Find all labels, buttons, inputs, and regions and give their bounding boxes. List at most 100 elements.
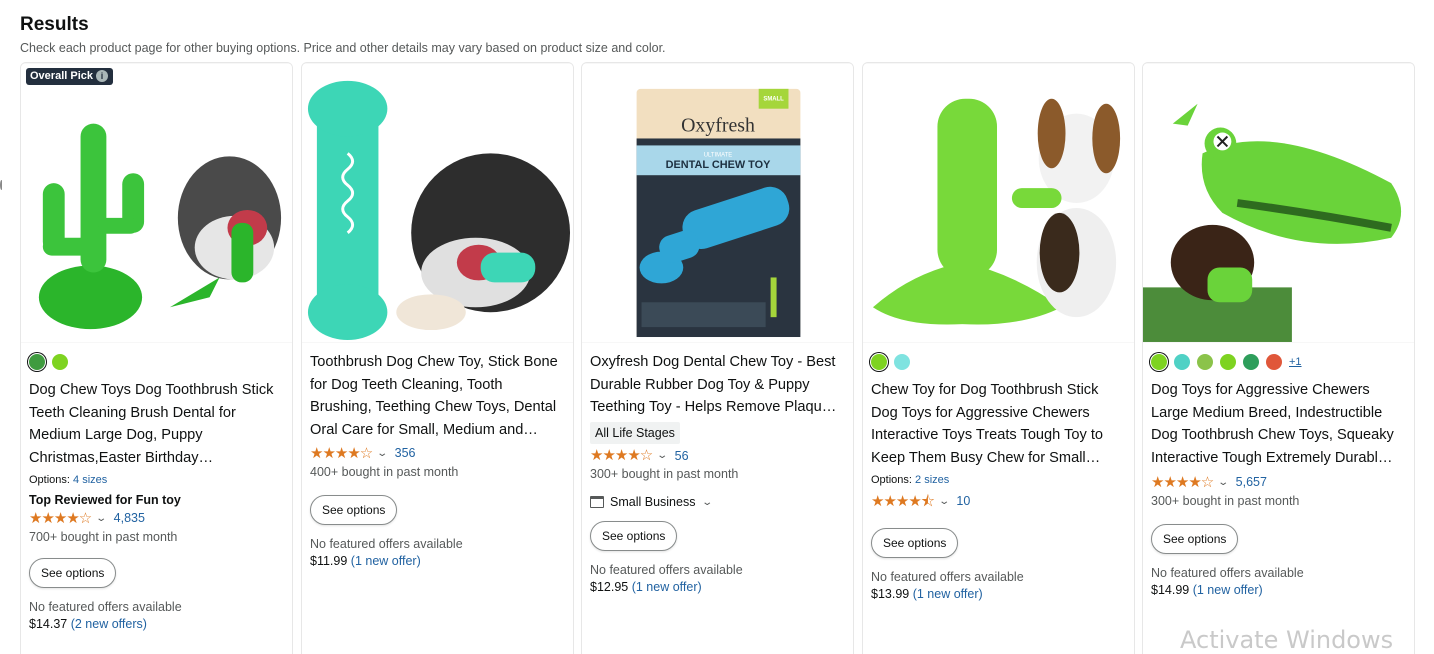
offers-link[interactable]: (1 new offer)	[913, 587, 983, 601]
small-business-label: Small Business	[610, 495, 696, 510]
rating-row: ★★★★☆ ⌄ 4,835	[29, 510, 284, 527]
size-options: Options: 2 sizes	[871, 473, 950, 486]
see-options-button[interactable]: See options	[29, 557, 117, 588]
results-subtitle: Check each product page for other buying…	[20, 41, 666, 55]
review-count-link[interactable]: 5,657	[1236, 475, 1267, 489]
product-image[interactable]	[1143, 63, 1414, 343]
rating-row: ★★★★☆ ⌄ 356	[310, 445, 565, 462]
product-card[interactable]: SMALL Oxyfresh ULTIMATE DENTAL CHEW TOY …	[581, 62, 854, 654]
price: $12.95	[590, 580, 629, 595]
product-title[interactable]: Dog Toys for Aggressive Chewers Large Me…	[1151, 379, 1406, 470]
sizes-link[interactable]: 4 sizes	[73, 474, 107, 486]
chevron-down-icon[interactable]: ⌄	[377, 448, 389, 459]
no-offers-text: No featured offers available	[871, 569, 1024, 584]
top-reviewed-label: Top Reviewed for Fun toy	[29, 492, 181, 507]
no-offers-text: No featured offers available	[1151, 565, 1304, 580]
store-icon	[590, 496, 604, 509]
price: $14.99	[1151, 582, 1190, 597]
review-count-link[interactable]: 356	[395, 446, 416, 460]
product-image[interactable]: Overall Pick i	[21, 63, 292, 343]
star-rating[interactable]: ★★★★⯪	[871, 494, 935, 509]
color-swatch[interactable]	[1243, 354, 1259, 370]
product-image[interactable]: SMALL Oxyfresh ULTIMATE DENTAL CHEW TOY	[582, 63, 853, 343]
price: $14.37	[29, 616, 68, 631]
color-swatch[interactable]	[1266, 354, 1282, 370]
review-count-link[interactable]: 56	[675, 449, 689, 463]
price-row: $14.99 (1 new offer)	[1151, 583, 1406, 597]
see-options-button[interactable]: See options	[310, 494, 398, 525]
info-icon[interactable]: i	[96, 70, 108, 82]
bought-count: 300+ bought in past month	[590, 467, 739, 482]
product-title[interactable]: Toothbrush Dog Chew Toy, Stick Bone for …	[310, 351, 565, 442]
color-swatches	[871, 351, 1126, 373]
toothbrush-stick-image	[863, 64, 1134, 342]
color-swatch[interactable]	[1197, 354, 1213, 370]
price-row: $11.99 (1 new offer)	[310, 554, 565, 568]
price: $11.99	[310, 553, 348, 568]
product-card[interactable]: Toothbrush Dog Chew Toy, Stick Bone for …	[301, 62, 574, 654]
color-swatch[interactable]	[1220, 354, 1236, 370]
product-card[interactable]: Chew Toy for Dog Toothbrush Stick Dog To…	[862, 62, 1135, 654]
color-swatches: +1	[1151, 351, 1406, 373]
small-business-row[interactable]: Small Business ⌄	[590, 495, 845, 509]
chevron-down-icon[interactable]: ⌄	[938, 496, 950, 507]
offers-link[interactable]: (1 new offer)	[1193, 583, 1263, 597]
color-swatch[interactable]	[894, 354, 910, 370]
more-colors-link[interactable]: +1	[1289, 356, 1302, 368]
color-swatch[interactable]	[52, 354, 68, 370]
see-options-button[interactable]: See options	[1151, 523, 1239, 554]
price: $13.99	[871, 586, 910, 601]
color-swatch[interactable]	[871, 354, 887, 370]
product-title[interactable]: Oxyfresh Dog Dental Chew Toy - Best Dura…	[590, 351, 845, 419]
bone-toy-image	[302, 64, 573, 342]
edge-indicator	[0, 180, 3, 190]
offers-link[interactable]: (1 new offer)	[351, 554, 421, 568]
color-swatch[interactable]	[29, 354, 45, 370]
product-card[interactable]: +1 Dog Toys for Aggressive Chewers Large…	[1142, 62, 1415, 654]
activate-windows-watermark: Activate Windows	[1180, 626, 1394, 654]
rating-row: ★★★★⯪ ⌄ 10	[871, 493, 1126, 510]
color-swatch[interactable]	[1151, 354, 1167, 370]
star-rating[interactable]: ★★★★☆	[310, 446, 373, 461]
price-row: $13.99 (1 new offer)	[871, 587, 1126, 601]
small-tag: SMALL	[763, 97, 784, 103]
no-offers-text: No featured offers available	[29, 599, 182, 614]
brand-text: Oxyfresh	[681, 115, 755, 137]
color-swatch[interactable]	[1174, 354, 1190, 370]
chevron-down-icon[interactable]: ⌄	[702, 497, 714, 508]
badge-label: Overall Pick	[30, 70, 93, 82]
offers-link[interactable]: (2 new offers)	[71, 617, 147, 631]
chevron-down-icon[interactable]: ⌄	[657, 450, 669, 461]
sizes-link[interactable]: 2 sizes	[915, 474, 949, 486]
bought-count: 300+ bought in past month	[1151, 493, 1300, 508]
product-image[interactable]	[302, 63, 573, 343]
bought-count: 700+ bought in past month	[29, 529, 178, 544]
chevron-down-icon[interactable]: ⌄	[96, 513, 108, 524]
size-options: Options: 4 sizes	[29, 473, 108, 486]
product-title[interactable]: Chew Toy for Dog Toothbrush Stick Dog To…	[871, 379, 1126, 470]
rating-row: ★★★★☆ ⌄ 5,657	[1151, 474, 1406, 491]
star-rating[interactable]: ★★★★☆	[590, 448, 653, 463]
product-title[interactable]: Dog Chew Toys Dog Toothbrush Stick Teeth…	[29, 379, 284, 470]
ultimate-text: ULTIMATE	[704, 152, 733, 158]
offers-link[interactable]: (1 new offer)	[632, 580, 702, 594]
chevron-down-icon[interactable]: ⌄	[1218, 477, 1230, 488]
star-rating[interactable]: ★★★★☆	[29, 511, 92, 526]
price-row: $14.37 (2 new offers)	[29, 617, 284, 631]
star-rating[interactable]: ★★★★☆	[1151, 475, 1214, 490]
rating-row: ★★★★☆ ⌄ 56	[590, 447, 845, 464]
product-card[interactable]: Overall Pick i Dog Chew Toys Dog Toothbr…	[20, 62, 293, 654]
review-count-link[interactable]: 10	[956, 494, 970, 508]
overall-pick-badge[interactable]: Overall Pick i	[26, 68, 113, 85]
price-row: $12.95 (1 new offer)	[590, 580, 845, 594]
see-options-button[interactable]: See options	[871, 527, 959, 558]
see-options-button[interactable]: See options	[590, 521, 678, 552]
no-offers-text: No featured offers available	[310, 536, 463, 551]
cactus-toy-image	[21, 64, 292, 342]
product-image[interactable]	[863, 63, 1134, 343]
no-offers-text: No featured offers available	[590, 563, 743, 578]
life-stage-badge: All Life Stages	[590, 422, 680, 445]
bought-count: 400+ bought in past month	[310, 464, 459, 479]
crocodile-toy-image	[1143, 64, 1414, 342]
review-count-link[interactable]: 4,835	[114, 511, 145, 525]
